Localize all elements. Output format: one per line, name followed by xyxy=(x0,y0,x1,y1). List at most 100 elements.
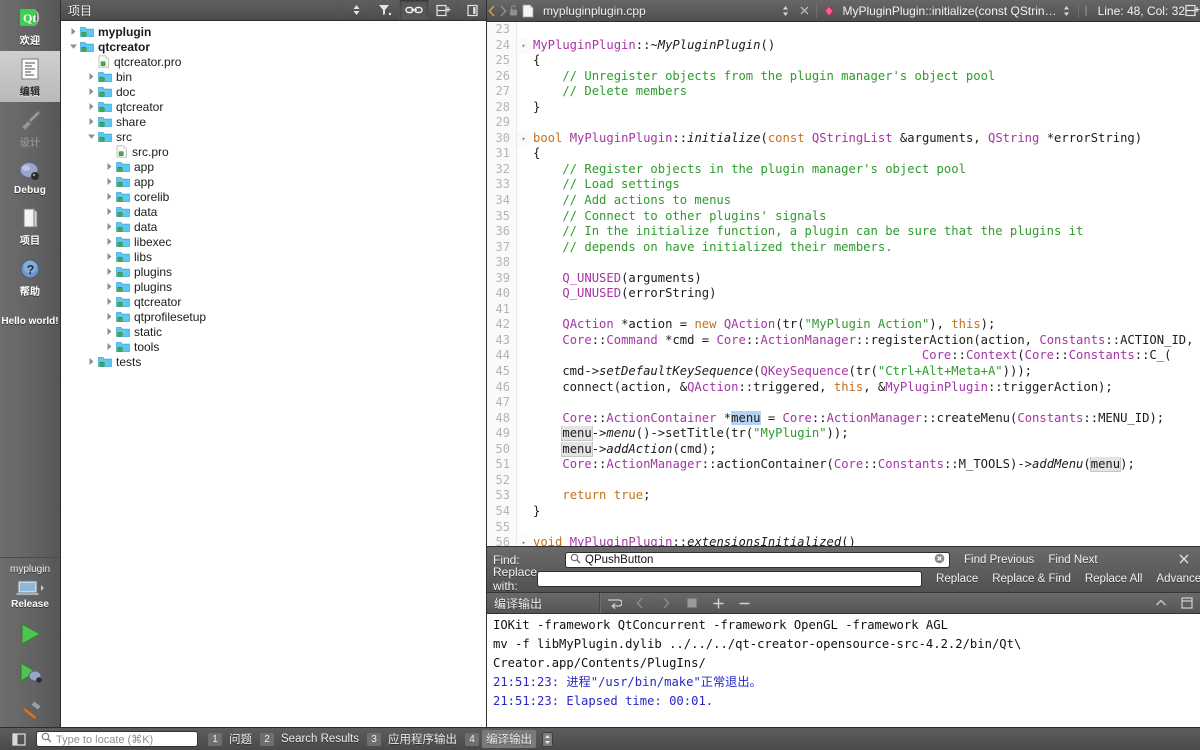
debug-button[interactable] xyxy=(10,658,50,688)
tree-item-app[interactable]: app xyxy=(61,159,486,174)
chevron-right-icon[interactable] xyxy=(105,237,114,246)
code-line[interactable]: 30 ▾ bool MyPluginPlugin::initialize(const… xyxy=(487,130,1200,147)
find-previous-button[interactable]: Find Previous xyxy=(964,554,1034,566)
clear-circle-x-icon[interactable] xyxy=(934,553,945,567)
chevron-right-icon[interactable] xyxy=(105,192,114,201)
output-tab-2[interactable]: 2 Search Results xyxy=(260,732,363,746)
tree-item-qtcreator-pro[interactable]: qtcreator.pro xyxy=(61,54,486,69)
code-line[interactable]: 51 Core::ActionManager::actionContainer(… xyxy=(487,457,1200,473)
tree-item-qtprofilesetup[interactable]: qtprofilesetup xyxy=(61,309,486,324)
code-line[interactable]: 28} xyxy=(487,99,1200,116)
replace-button[interactable]: Replace xyxy=(936,573,978,585)
fold-marker-icon[interactable]: ▾ xyxy=(517,535,530,546)
project-tree[interactable]: myplugin qtcreator qtcreator.pro bin doc qtcr… xyxy=(61,21,486,727)
chevron-down-icon[interactable] xyxy=(69,42,78,51)
tree-item-src-pro[interactable]: src.pro xyxy=(61,144,486,159)
mode-welcome[interactable]: Qt 欢迎 xyxy=(0,0,60,51)
chevron-down-icon[interactable] xyxy=(87,132,96,141)
tree-item-static[interactable]: static xyxy=(61,324,486,339)
find-input[interactable]: QPushButton xyxy=(565,551,950,568)
word-wrap-icon[interactable] xyxy=(601,593,627,613)
code-line[interactable]: 25 { xyxy=(487,53,1200,69)
tree-item-corelib[interactable]: corelib xyxy=(61,189,486,204)
chevron-right-icon[interactable] xyxy=(105,252,114,261)
mode-edit[interactable]: 编辑 xyxy=(0,51,60,102)
code-line[interactable]: 31 { xyxy=(487,146,1200,162)
code-line[interactable]: 43 Core::Command *cmd = Core::ActionMana… xyxy=(487,332,1200,349)
output-pane-body[interactable]: IOKit -framework QtConcurrent -framework… xyxy=(487,614,1200,727)
mode-debug[interactable]: Debug xyxy=(0,153,60,200)
tree-item-qtcreator[interactable]: qtcreator xyxy=(61,39,486,54)
chevron-right-icon[interactable] xyxy=(87,72,96,81)
maximize-pane-icon[interactable] xyxy=(1174,593,1200,613)
tree-item-data[interactable]: data xyxy=(61,204,486,219)
chevron-right-icon[interactable] xyxy=(105,207,114,216)
tree-item-bin[interactable]: bin xyxy=(61,69,486,84)
code-lines[interactable]: 23 24 ▾ MyPluginPlugin::~MyPluginPlugin() 25… xyxy=(487,22,1200,546)
code-editor[interactable]: 23 24 ▾ MyPluginPlugin::~MyPluginPlugin() 25… xyxy=(487,22,1200,546)
lock-icon[interactable] xyxy=(508,4,519,17)
code-line[interactable]: 39 Q_UNUSED(arguments) xyxy=(487,270,1200,287)
code-line[interactable]: 56 ▾ void MyPluginPlugin::extensionsInitia… xyxy=(487,535,1200,546)
code-line[interactable]: 37 // depends on have initialized their … xyxy=(487,239,1200,256)
output-tab-1[interactable]: 1 问题 xyxy=(208,730,256,748)
split-editor-icon[interactable] xyxy=(1185,4,1200,17)
code-line[interactable]: 33 // Load settings xyxy=(487,177,1200,194)
chevron-right-icon[interactable] xyxy=(105,342,114,351)
output-tab-stepper-icon[interactable] xyxy=(541,731,553,747)
chevron-right-icon[interactable] xyxy=(87,87,96,96)
code-line[interactable]: 50 menu->addAction(cmd); xyxy=(487,441,1200,458)
tree-item-share[interactable]: share xyxy=(61,114,486,129)
tree-item-data[interactable]: data xyxy=(61,219,486,234)
code-line[interactable]: 52 xyxy=(487,472,1200,489)
fold-marker-icon[interactable]: ▾ xyxy=(517,130,530,147)
code-line[interactable]: 45 cmd->setDefaultKeySequence(QKeySequen… xyxy=(487,364,1200,380)
code-line[interactable]: 41 xyxy=(487,301,1200,318)
chevron-right-icon[interactable] xyxy=(87,357,96,366)
link-sync-icon[interactable] xyxy=(399,0,428,20)
split-add-icon[interactable] xyxy=(428,0,457,20)
code-line[interactable]: 40 Q_UNUSED(errorString) xyxy=(487,286,1200,302)
mode-help[interactable]: ? 帮助 xyxy=(0,251,60,302)
code-line[interactable]: 29 xyxy=(487,115,1200,131)
run-button[interactable] xyxy=(10,619,50,649)
tree-item-tools[interactable]: tools xyxy=(61,339,486,354)
code-line[interactable]: 32 // Register objects in the plugin man… xyxy=(487,161,1200,178)
fold-marker-icon[interactable]: ▾ xyxy=(517,37,530,54)
code-line[interactable]: 49 menu->menu()->setTitle(tr("MyPlugin")… xyxy=(487,426,1200,442)
build-button[interactable] xyxy=(10,697,50,727)
code-line[interactable]: 42 QAction *action = new QAction(tr("MyP… xyxy=(487,317,1200,333)
filter-icon[interactable] xyxy=(370,0,399,20)
next-item-icon[interactable] xyxy=(653,593,679,613)
prev-item-icon[interactable] xyxy=(627,593,653,613)
kit-selector[interactable]: myplugin Release xyxy=(0,557,60,727)
code-line[interactable]: 54} xyxy=(487,503,1200,520)
replace-input[interactable] xyxy=(537,570,923,587)
cursor-position[interactable]: Line: 48, Col: 32 xyxy=(1098,4,1185,18)
sort-stepper-icon[interactable] xyxy=(341,0,370,20)
chevron-right-icon[interactable] xyxy=(105,267,114,276)
code-line[interactable]: 26 // Unregister objects from the plugin… xyxy=(487,68,1200,85)
chevron-right-icon[interactable] xyxy=(105,222,114,231)
code-line[interactable]: 35 // Connect to other plugins' signals xyxy=(487,208,1200,225)
code-line[interactable]: 38 xyxy=(487,255,1200,271)
chevron-right-icon[interactable] xyxy=(87,102,96,111)
close-panel-icon[interactable] xyxy=(457,0,486,20)
zoom-in-plus-icon[interactable] xyxy=(705,593,731,613)
tree-item-doc[interactable]: doc xyxy=(61,84,486,99)
chevron-right-icon[interactable] xyxy=(105,312,114,321)
code-line[interactable]: 23 xyxy=(487,22,1200,38)
code-line[interactable]: 46 connect(action, &QAction::triggered, … xyxy=(487,379,1200,396)
mode-projects[interactable]: 项目 xyxy=(0,200,60,251)
tree-item-qtcreator[interactable]: qtcreator xyxy=(61,294,486,309)
chevron-left-icon[interactable] xyxy=(487,4,497,17)
replace-and-find-button[interactable]: Replace & Find xyxy=(992,573,1071,585)
chevron-up-icon[interactable] xyxy=(1148,593,1174,613)
find-next-button[interactable]: Find Next xyxy=(1048,554,1097,566)
code-line[interactable]: 44 Core::Context(Core::Constants::C_( xyxy=(487,348,1200,365)
tree-item-src[interactable]: src xyxy=(61,129,486,144)
tree-item-app[interactable]: app xyxy=(61,174,486,189)
tree-item-qtcreator[interactable]: qtcreator xyxy=(61,99,486,114)
code-line[interactable]: 24 ▾ MyPluginPlugin::~MyPluginPlugin() xyxy=(487,37,1200,54)
code-line[interactable]: 53 return true; xyxy=(487,488,1200,504)
